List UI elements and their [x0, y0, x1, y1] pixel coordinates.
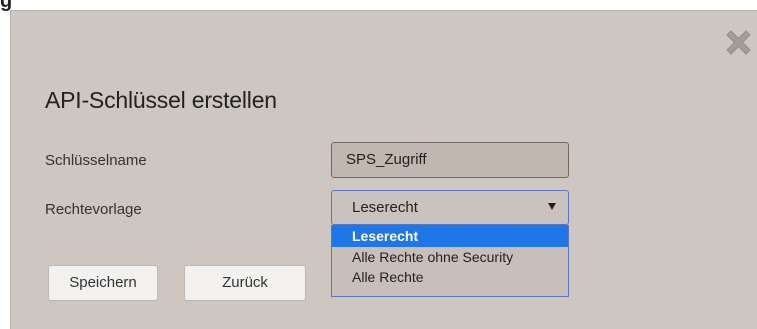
back-button[interactable]: Zurück — [184, 265, 306, 301]
key-name-input[interactable]: SPS_Zugriff — [331, 142, 569, 178]
page: g API-Schlüssel erstellen Schlüsselname … — [0, 0, 757, 329]
dropdown-option-leserecht[interactable]: Leserecht — [332, 225, 568, 247]
dialog-title: API-Schlüssel erstellen — [45, 87, 277, 113]
rights-template-dropdown-list: Leserecht Alle Rechte ohne Security Alle… — [331, 225, 569, 297]
api-key-dialog: API-Schlüssel erstellen Schlüsselname SP… — [10, 10, 757, 329]
key-name-value: SPS_Zugriff — [346, 151, 427, 168]
rights-template-label: Rechtevorlage — [45, 201, 142, 218]
key-name-label: Schlüsselname — [45, 152, 147, 169]
close-icon[interactable] — [723, 27, 754, 58]
rights-template-select[interactable]: Leserecht — [331, 190, 569, 225]
close-x-icon — [726, 30, 751, 55]
dropdown-option-alle-rechte-ohne-security[interactable]: Alle Rechte ohne Security — [332, 247, 568, 267]
dropdown-option-alle-rechte[interactable]: Alle Rechte — [332, 267, 568, 287]
save-button[interactable]: Speichern — [48, 265, 158, 301]
dropdown-arrow-icon — [548, 203, 556, 210]
rights-template-selected-value: Leserecht — [352, 199, 418, 216]
